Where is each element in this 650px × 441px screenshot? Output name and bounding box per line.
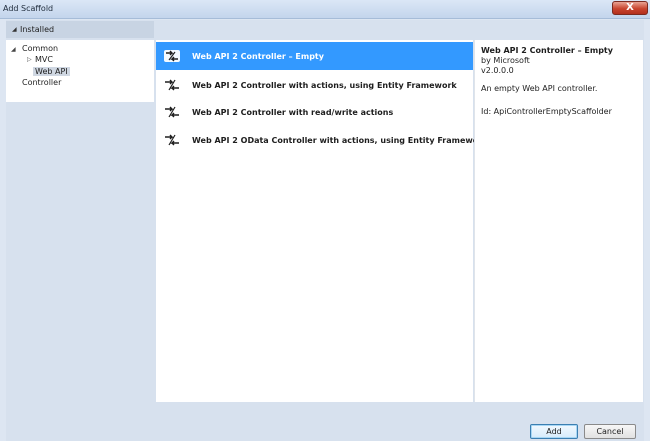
controller-icon	[164, 50, 180, 62]
template-list: Web API 2 Controller – Empty Web API 2 C…	[156, 40, 488, 402]
tree-item-controller[interactable]: Controller	[22, 78, 61, 87]
template-item[interactable]: Web API 2 Controller with actions, using…	[156, 71, 473, 99]
details-id: Id: ApiControllerEmptyScaffolder	[481, 107, 612, 116]
installed-label: Installed	[20, 25, 55, 34]
tree-item-common[interactable]: Common	[22, 44, 58, 53]
controller-icon	[165, 79, 179, 91]
template-label: Web API 2 Controller – Empty	[192, 52, 324, 61]
close-icon: X	[626, 2, 634, 13]
details-version: v2.0.0.0	[481, 66, 514, 75]
expanded-triangle-icon[interactable]: ◢	[11, 46, 16, 53]
cancel-button[interactable]: Cancel	[584, 424, 636, 439]
template-label: Web API 2 Controller with read/write act…	[192, 108, 394, 117]
controller-icon	[165, 134, 179, 146]
add-button[interactable]: Add	[530, 424, 578, 439]
title-bar: Add Scaffold X	[0, 0, 650, 19]
installed-header[interactable]: ◢ Installed	[6, 21, 154, 38]
window-title: Add Scaffold	[3, 4, 54, 13]
tree-item-mvc[interactable]: MVC	[35, 55, 53, 64]
template-item[interactable]: Web API 2 Controller with read/write act…	[156, 98, 473, 126]
details-publisher: by Microsoft	[481, 56, 530, 65]
template-label: Web API 2 Controller with actions, using…	[192, 81, 457, 90]
template-item[interactable]: Web API 2 OData Controller with actions,…	[156, 126, 488, 154]
template-item[interactable]: Web API 2 Controller – Empty	[156, 42, 473, 70]
details-description: An empty Web API controller.	[481, 84, 598, 93]
category-tree: ◢ Common ▷ MVC Web API Controller	[6, 40, 154, 102]
details-panel: Web API 2 Controller – Empty by Microsof…	[474, 40, 643, 402]
close-button[interactable]: X	[612, 1, 648, 15]
details-title: Web API 2 Controller – Empty	[481, 46, 613, 55]
tree-item-web-api[interactable]: Web API	[33, 67, 70, 76]
expand-triangle-icon: ◢	[12, 26, 17, 33]
controller-icon	[165, 106, 179, 118]
collapsed-triangle-icon[interactable]: ▷	[27, 56, 32, 63]
template-label: Web API 2 OData Controller with actions,…	[192, 136, 488, 145]
